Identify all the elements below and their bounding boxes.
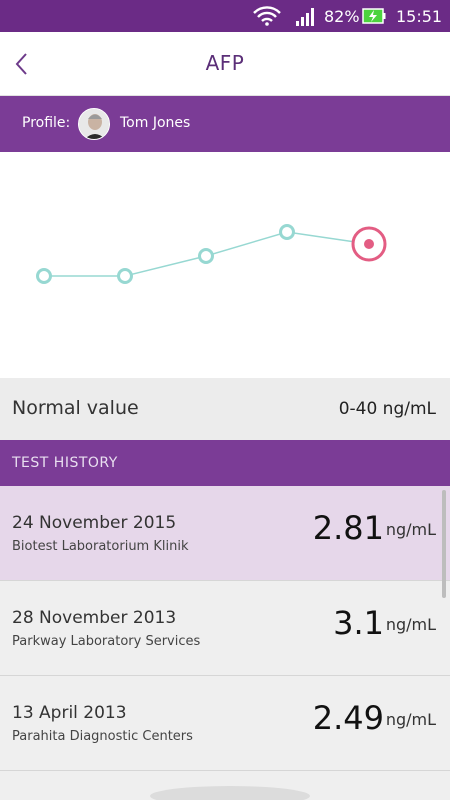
history-value: 2.49	[312, 699, 384, 737]
profile-label: Profile:	[22, 115, 71, 131]
profile-bar[interactable]: Profile: Tom Jones	[0, 96, 450, 152]
history-item[interactable]: 28 November 2013 Parkway Laboratory Serv…	[0, 581, 450, 676]
history-item[interactable]: 24 November 2015 Biotest Laboratorium Kl…	[0, 486, 450, 581]
chart-point[interactable]	[198, 248, 214, 264]
app-bar: AFP	[0, 32, 450, 96]
test-history-title: TEST HISTORY	[12, 455, 118, 471]
history-unit: ng/mL	[385, 615, 436, 634]
test-history-list: 24 November 2015 Biotest Laboratorium Kl…	[0, 486, 450, 800]
battery-charging-icon	[362, 8, 386, 24]
chart-point[interactable]	[279, 224, 295, 240]
chart-point[interactable]	[117, 268, 133, 284]
signal-icon	[296, 8, 314, 26]
history-lab: Parkway Laboratory Services	[12, 634, 201, 649]
afp-trend-chart	[0, 152, 450, 378]
battery-percentage: 82%	[324, 7, 360, 26]
clock: 15:51	[396, 7, 443, 26]
profile-name: Tom Jones	[120, 115, 191, 131]
scrollbar[interactable]	[442, 490, 446, 598]
normal-value-row: Normal value 0-40 ng/mL	[0, 378, 450, 440]
test-history-header: TEST HISTORY	[0, 440, 450, 486]
history-date: 28 November 2013	[12, 608, 177, 628]
profile-photo	[79, 109, 109, 139]
history-item[interactable]: 13 April 2013 Parahita Diagnostic Center…	[0, 676, 450, 771]
normal-value-label: Normal value	[12, 397, 139, 419]
normal-value-range: 0-40 ng/mL	[338, 399, 436, 419]
chart-point-highlight-dot	[364, 239, 374, 249]
history-value: 3.1	[333, 604, 384, 642]
history-date: 24 November 2015	[12, 513, 177, 533]
bottom-shadow	[150, 786, 310, 800]
history-unit: ng/mL	[385, 710, 436, 729]
wifi-icon	[253, 6, 281, 26]
history-lab: Biotest Laboratorium Klinik	[12, 539, 189, 554]
history-unit: ng/mL	[385, 520, 436, 539]
chart-point[interactable]	[36, 268, 52, 284]
chart-svg	[36, 224, 387, 284]
history-value: 2.81	[312, 509, 384, 547]
status-bar: 82% 15:51	[0, 0, 450, 32]
avatar	[78, 108, 110, 140]
page-title: AFP	[205, 51, 245, 75]
history-lab: Parahita Diagnostic Centers	[12, 729, 193, 744]
history-date: 13 April 2013	[12, 703, 127, 723]
